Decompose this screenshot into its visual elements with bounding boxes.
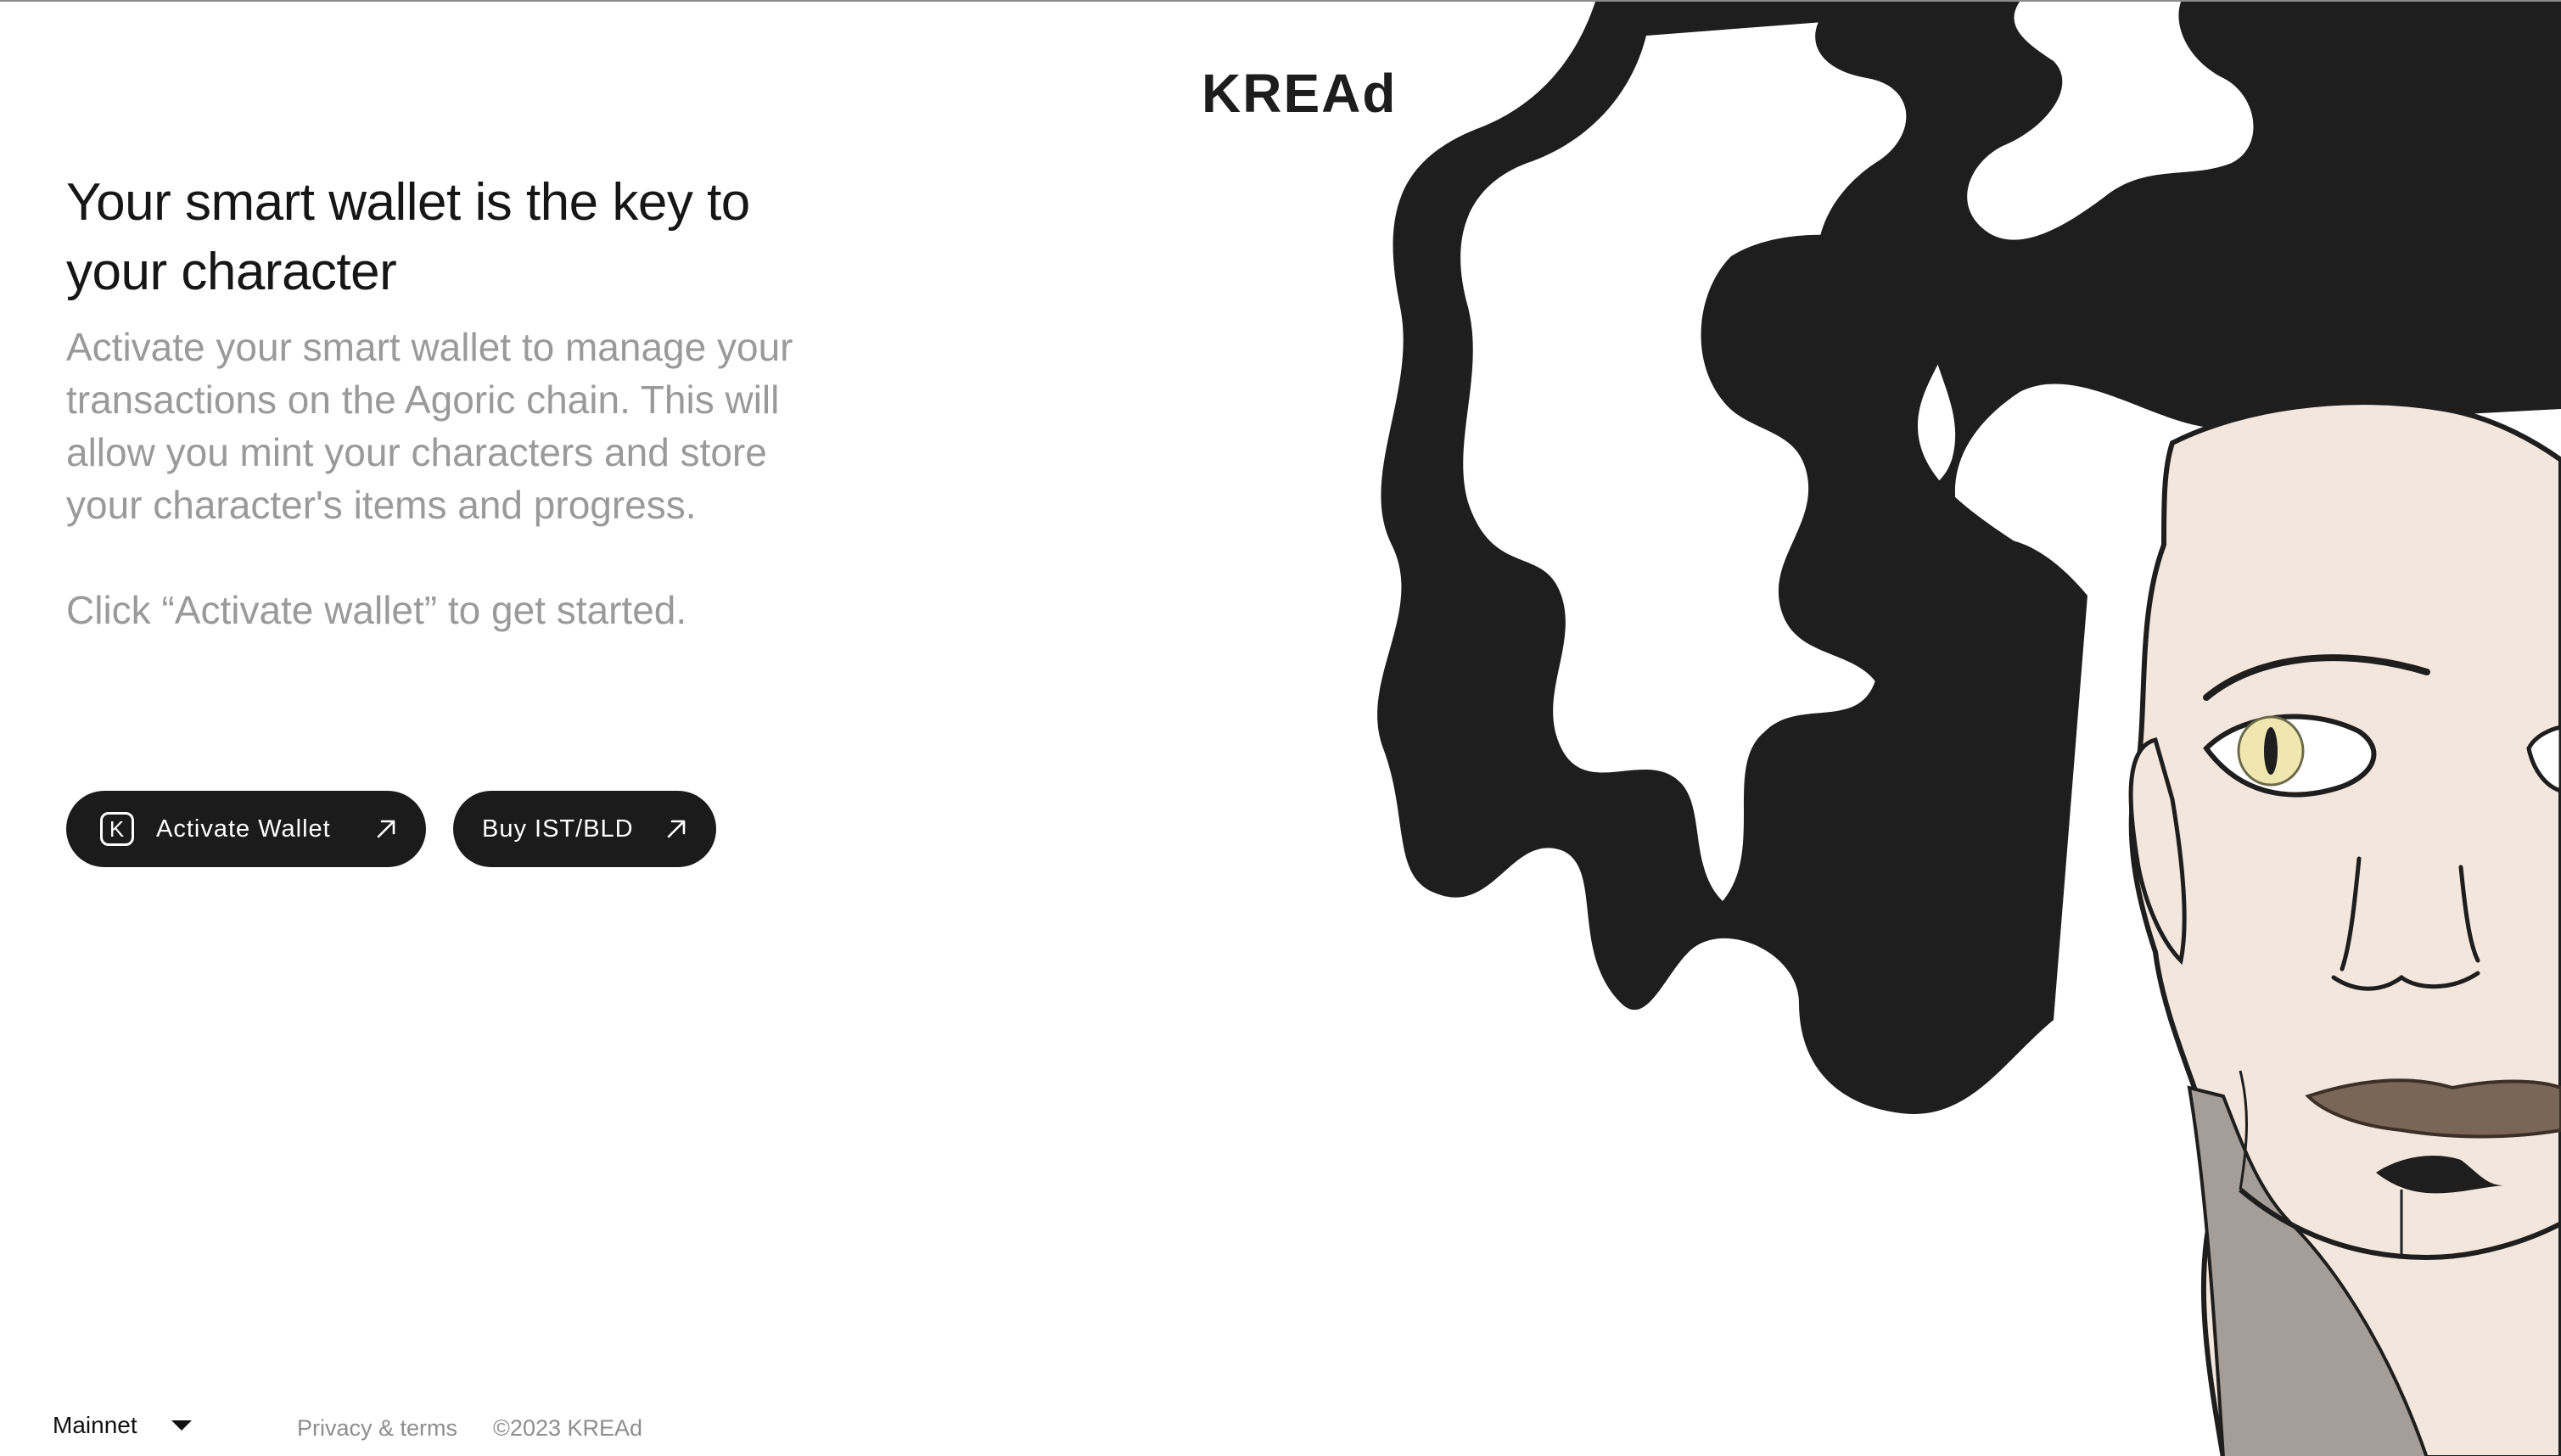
buy-ist-bld-label: Buy IST/BLD — [482, 815, 634, 843]
intro-panel: Your smart wallet is the key to your cha… — [66, 168, 813, 636]
privacy-terms-link[interactable]: Privacy & terms — [297, 1415, 457, 1442]
network-selector[interactable]: Mainnet — [53, 1412, 192, 1439]
copyright-text: ©2023 KREAd — [493, 1415, 643, 1441]
caret-down-icon — [171, 1420, 192, 1431]
action-buttons: K Activate Wallet Buy IST/BLD — [66, 791, 716, 867]
activate-wallet-label: Activate Wallet — [156, 815, 331, 843]
footer: Mainnet Privacy & terms ©2023 KREAd — [0, 1402, 849, 1456]
activate-wallet-button[interactable]: K Activate Wallet — [66, 791, 426, 867]
wallet-onboarding-page: KREAd Your smart wallet is the key to yo… — [0, 0, 2561, 1456]
character-artwork — [1377, 2, 2561, 1456]
arrow-up-right-icon — [667, 820, 686, 838]
character-illustration — [1324, 2, 2561, 1456]
intro-description: Activate your smart wallet to manage you… — [66, 325, 793, 527]
arrow-up-right-icon — [377, 820, 395, 838]
pupil — [2264, 727, 2278, 775]
buy-ist-bld-button[interactable]: Buy IST/BLD — [453, 791, 716, 867]
footer-links: Privacy & terms ©2023 KREAd — [297, 1415, 642, 1442]
page-title: Your smart wallet is the key to your cha… — [66, 173, 750, 301]
intro-instruction: Click “Activate wallet” to get started. — [66, 588, 687, 632]
network-selector-value: Mainnet — [53, 1412, 137, 1438]
kread-k-icon: K — [100, 812, 134, 846]
